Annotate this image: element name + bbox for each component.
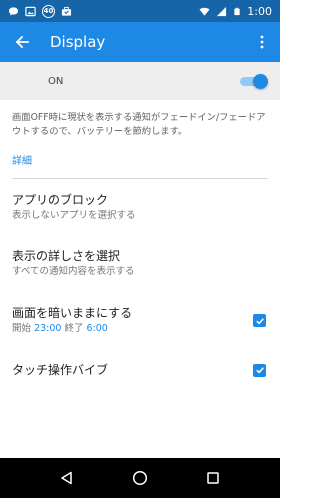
image-icon [25,6,36,16]
pref-title: 表示の詳しさを選択 [12,249,121,263]
signal-icon [217,6,227,16]
check-icon [255,367,264,374]
pref-keep-dark[interactable]: 画面を暗いままにする 開始 23:00 終了 6:00 [12,305,268,336]
pref-subtitle: 表示しないアプリを選択する [12,210,136,221]
nav-home-button[interactable] [126,464,154,492]
end-time: 6:00 [86,323,108,334]
feature-description: 画面OFF時に現状を表示する通知がフェードイン/フェードアウトするので、バッテリ… [12,112,266,137]
start-label: 開始 [12,323,32,334]
back-button[interactable] [8,28,36,56]
details-link[interactable]: 詳細 [12,152,32,167]
more-vert-icon [260,35,264,49]
system-icons: 1:00 [199,5,272,18]
notification-icons: 40 [8,4,72,18]
pref-detail-level[interactable]: 表示の詳しさを選択 すべての通知内容を表示する [12,248,268,279]
pref-title: タッチ操作バイブ [12,363,109,377]
master-switch-label: ON [48,75,64,87]
page-title: Display [50,33,106,51]
pref-subtitle-schedule: 開始 23:00 終了 6:00 [12,322,253,336]
wifi-icon [199,7,210,16]
master-switch-bar[interactable]: ON [0,62,280,100]
start-time: 23:00 [34,323,62,334]
arrow-back-icon [15,35,29,49]
keep-dark-checkbox[interactable] [253,314,266,327]
pref-title: 画面を暗いままにする [12,306,133,320]
check-icon [255,317,264,324]
pref-subtitle: すべての通知内容を表示する [12,266,135,277]
circle-home-icon [132,470,148,486]
touch-vibration-checkbox[interactable] [253,363,266,377]
pref-touch-vibration[interactable]: タッチ操作バイブ [12,362,268,378]
battery-icon [234,7,240,15]
end-label: 終了 [64,323,84,334]
nav-recents-button[interactable] [199,464,227,492]
master-switch-toggle[interactable] [240,74,268,89]
app-bar: Display [0,22,280,62]
triangle-back-icon [60,471,72,485]
briefcase-icon [61,6,72,16]
chat-bubble-icon [8,6,19,16]
status-time: 1:00 [247,4,272,18]
nav-back-button[interactable] [53,464,81,492]
badge-40-icon: 40 [42,4,55,18]
pref-title: アプリのブロック [12,193,109,207]
square-recents-icon [207,472,220,484]
pref-app-block[interactable]: アプリのブロック 表示しないアプリを選択する [12,192,268,223]
more-options-button[interactable] [252,28,272,56]
status-bar: 40 1:00 [0,0,280,22]
toggle-thumb [253,74,268,89]
divider [12,178,268,179]
system-nav-bar [0,458,280,498]
